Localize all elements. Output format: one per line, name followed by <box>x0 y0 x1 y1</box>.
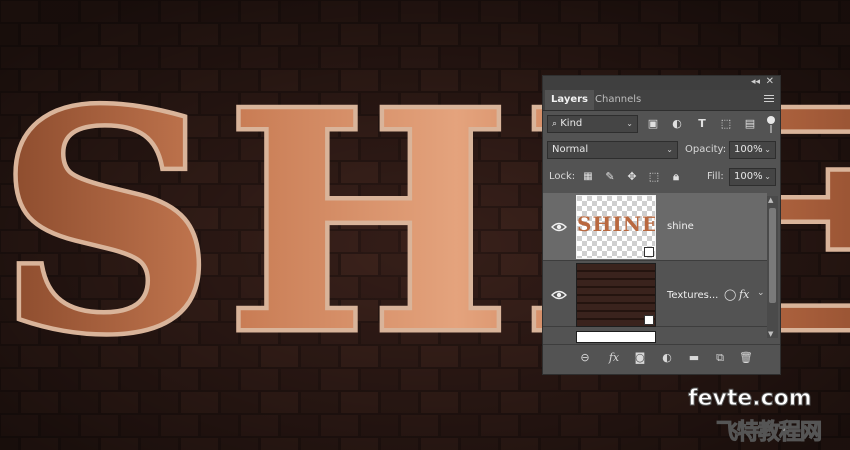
tab-channels[interactable]: Channels <box>589 90 647 110</box>
lock-pixels-icon[interactable]: ✎ <box>603 170 617 184</box>
lock-label: Lock: <box>549 171 576 182</box>
opacity-input[interactable]: 100% ⌄ <box>729 141 776 159</box>
fill-label: Fill: <box>707 171 724 182</box>
mask-icon[interactable]: ◙ <box>633 351 647 365</box>
layer-thumbnail-textures[interactable] <box>576 263 656 327</box>
lock-transparent-icon[interactable]: ▦ <box>581 170 595 184</box>
layers-scrollbar[interactable]: ▲ ▼ <box>767 196 778 338</box>
fx-icon[interactable]: fx <box>607 351 621 365</box>
panel-tabs: Layers Channels <box>543 90 780 111</box>
chevron-down-icon: ⌄ <box>666 145 673 154</box>
smart-filter-icon[interactable]: ◯ <box>724 288 736 301</box>
chevron-down-icon: ⌄ <box>626 119 633 128</box>
blend-row: Normal ⌄ Opacity: 100% ⌄ <box>543 139 780 161</box>
type-filter-icon[interactable]: T <box>695 117 709 131</box>
fill-input[interactable]: 100% ⌄ <box>729 168 776 186</box>
scroll-up-icon[interactable]: ▲ <box>768 196 773 204</box>
panel-menu-icon[interactable] <box>764 95 774 103</box>
filter-kind-select[interactable]: ⌕ Kind ⌄ <box>547 115 638 133</box>
layer-name-textures[interactable]: Textures... <box>667 290 718 301</box>
visibility-eye-icon[interactable] <box>551 290 567 300</box>
panel-title-bar[interactable]: ◂◂ ✕ <box>543 76 780 90</box>
fill-value: 100% <box>734 171 763 182</box>
watermark-cn: 飞特教程网 <box>715 420 822 446</box>
layer-thumbnail-partial[interactable] <box>576 331 656 343</box>
watermark-logo: fevte.com 飞特教程网 <box>688 386 848 446</box>
chevron-down-icon[interactable]: ⌄ <box>764 142 771 158</box>
lock-artboard-icon[interactable]: ⬚ <box>647 170 661 184</box>
panel-bottom-toolbar: ⊖ fx ◙ ◐ ▬ ⧉ 🗑︎ <box>543 344 780 371</box>
layer-thumbnail-shine[interactable]: SHINE <box>576 195 656 259</box>
link-icon[interactable]: ⊖ <box>578 351 592 365</box>
scrollbar-thumb[interactable] <box>769 208 776 303</box>
layers-panel: ◂◂ ✕ Layers Channels ⌕ Kind ⌄ ▣ ◐ T ⬚ ▤ … <box>542 75 781 375</box>
opacity-label: Opacity: <box>685 144 727 155</box>
collapse-icon[interactable]: ◂◂ <box>751 77 760 87</box>
layer-name-shine[interactable]: shine <box>667 221 694 232</box>
watermark-url: fevte.com <box>688 386 813 412</box>
search-icon: ⌕ <box>552 119 558 129</box>
layer-row-textures[interactable]: Textures... ◯ fx ⌄ <box>543 261 767 327</box>
shape-filter-icon[interactable]: ⬚ <box>719 117 733 131</box>
adjustment-filter-icon[interactable]: ◐ <box>670 117 684 131</box>
close-icon[interactable]: ✕ <box>766 76 774 87</box>
image-filter-icon[interactable]: ▣ <box>646 117 660 131</box>
smart-object-filter-icon[interactable]: ▤ <box>743 117 757 131</box>
layer-row-shine[interactable]: SHINE shine <box>543 193 767 261</box>
fx-badge[interactable]: fx <box>739 288 749 301</box>
smart-object-badge-icon <box>644 247 654 257</box>
filter-kind-label: Kind <box>560 118 583 129</box>
folder-icon[interactable]: ▬ <box>687 351 701 365</box>
trash-icon[interactable]: 🗑︎ <box>739 351 753 365</box>
chevron-down-icon[interactable]: ⌄ <box>764 169 771 185</box>
smart-object-badge-icon <box>644 315 654 325</box>
chevron-down-icon[interactable]: ⌄ <box>757 288 765 298</box>
filter-toggle-track <box>770 125 772 133</box>
lock-position-icon[interactable]: ✥ <box>625 170 639 184</box>
new-layer-icon[interactable]: ⧉ <box>713 351 727 365</box>
filter-toggle-icon[interactable] <box>767 116 775 124</box>
lock-all-icon[interactable]: 🔒︎ <box>669 170 683 184</box>
scroll-down-icon[interactable]: ▼ <box>768 330 773 338</box>
tab-layers[interactable]: Layers <box>545 90 594 110</box>
filter-row: ⌕ Kind ⌄ ▣ ◐ T ⬚ ▤ <box>543 113 780 135</box>
opacity-value: 100% <box>734 144 763 155</box>
blend-mode-select[interactable]: Normal ⌄ <box>547 141 678 159</box>
lock-row: Lock: ▦ ✎ ✥ ⬚ 🔒︎ Fill: 100% ⌄ <box>543 166 780 188</box>
thumbnail-text: SHINE <box>577 212 656 236</box>
adjustment-icon[interactable]: ◐ <box>660 351 674 365</box>
visibility-eye-icon[interactable] <box>551 222 567 232</box>
blend-mode-value: Normal <box>552 144 589 155</box>
